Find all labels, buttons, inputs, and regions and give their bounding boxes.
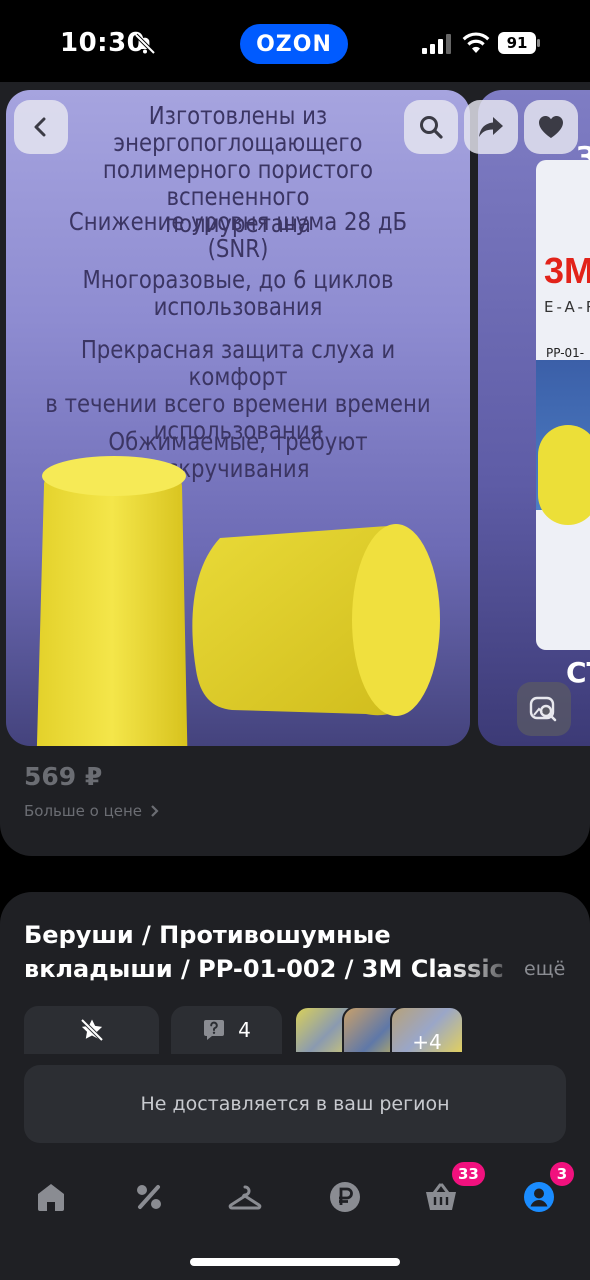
home-indicator bbox=[190, 1258, 400, 1266]
more-about-price-link[interactable]: Больше о цене bbox=[24, 802, 160, 820]
ozon-logo-pill[interactable]: OZON bbox=[240, 24, 348, 64]
chevron-left-icon bbox=[34, 117, 46, 137]
review-photos[interactable]: +4 bbox=[294, 1006, 474, 1054]
rating-chip[interactable] bbox=[24, 1006, 159, 1054]
wifi-icon bbox=[462, 32, 490, 53]
cart-badge: 33 bbox=[452, 1162, 485, 1186]
star-crossed-icon bbox=[80, 1018, 103, 1042]
tab-finance[interactable] bbox=[320, 1172, 370, 1222]
ruble-coin-icon bbox=[330, 1182, 360, 1212]
gallery-slide-2[interactable]: З 3M E-A-R PP-01- СТ bbox=[478, 90, 590, 746]
brand-logo-3m: 3M bbox=[544, 250, 590, 291]
tab-fresh[interactable] bbox=[220, 1172, 270, 1222]
battery-indicator: 91 bbox=[498, 32, 540, 54]
chevron-right-icon bbox=[151, 805, 159, 817]
slide-feature-noise: Снижение уровня шума 28 дБ (SNR) bbox=[68, 207, 408, 263]
search-icon bbox=[420, 116, 443, 139]
image-search-icon bbox=[529, 696, 557, 722]
earplugs-image bbox=[36, 456, 440, 746]
product-price: 569 ₽ bbox=[24, 762, 103, 791]
battery-level: 91 bbox=[498, 32, 536, 54]
profile-badge: 3 bbox=[550, 1162, 574, 1186]
share-arrow-icon bbox=[479, 117, 503, 137]
review-photo-more[interactable]: +4 bbox=[390, 1006, 464, 1054]
tab-home[interactable] bbox=[26, 1172, 76, 1222]
basket-icon bbox=[426, 1183, 456, 1210]
cellular-signal-icon bbox=[422, 34, 451, 54]
bell-off-icon bbox=[134, 33, 156, 55]
visual-search-button[interactable] bbox=[517, 682, 571, 736]
product-gallery[interactable]: Изготовлены из энергопоглощающего полиме… bbox=[0, 90, 590, 750]
hanger-icon bbox=[228, 1185, 262, 1210]
share-button[interactable] bbox=[464, 100, 518, 154]
delivery-status: Не доставляется в ваш регион bbox=[24, 1065, 566, 1143]
tab-sales[interactable] bbox=[124, 1172, 174, 1222]
home-icon bbox=[38, 1184, 64, 1211]
questions-count: 4 bbox=[238, 1018, 251, 1042]
review-photos-more-count: +4 bbox=[412, 1030, 442, 1054]
percent-icon bbox=[137, 1185, 161, 1209]
status-bar: 10:30 OZON 91 bbox=[0, 0, 590, 90]
question-bubble-icon bbox=[204, 1020, 225, 1040]
more-about-price-label: Больше о цене bbox=[24, 802, 143, 820]
title-more-link[interactable]: ещё bbox=[524, 958, 565, 980]
profile-icon bbox=[524, 1182, 554, 1212]
search-button[interactable] bbox=[404, 100, 458, 154]
slide-feature-reusable: Многоразовые, до 6 циклов использования bbox=[82, 265, 394, 321]
questions-chip[interactable]: 4 bbox=[171, 1006, 282, 1054]
product-title: Беруши / Противошумные вкладыши / PP-01-… bbox=[24, 921, 504, 983]
tab-profile[interactable]: 3 bbox=[514, 1162, 574, 1222]
gallery-slide-1[interactable]: Изготовлены из энергопоглощающего полиме… bbox=[6, 90, 470, 746]
back-button[interactable] bbox=[14, 100, 68, 154]
heart-icon bbox=[539, 116, 563, 138]
tab-cart[interactable]: 33 bbox=[416, 1162, 485, 1222]
favorite-button[interactable] bbox=[524, 100, 578, 154]
